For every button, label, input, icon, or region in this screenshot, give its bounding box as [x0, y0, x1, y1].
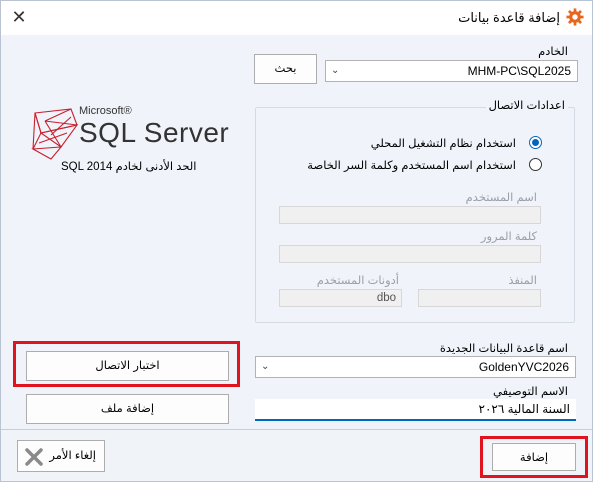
port-field[interactable]: [418, 289, 541, 307]
password-field[interactable]: [279, 245, 541, 263]
db-name-label: اسم قاعدة البيانات الجديدة: [439, 343, 568, 355]
user-tools-value: dbo: [376, 292, 396, 304]
db-name-value: GoldenYVC2026: [478, 360, 569, 374]
description-value: السنة المالية ٢٠٢٦: [478, 402, 571, 416]
radio-custom-credentials-label[interactable]: استخدام اسم المستخدم وكلمة السر الخاصة: [307, 158, 516, 172]
dialog-content: الخادم ⌄ MHM-PC\SQL2025 بحث Microsoft® S…: [1, 35, 592, 429]
window-title: إضافة قاعدة بيانات: [458, 10, 560, 25]
server-combo[interactable]: ⌄ MHM-PC\SQL2025: [325, 60, 578, 82]
sql-server-logo: Microsoft® SQL Server: [31, 105, 231, 165]
cancel-icon: [25, 448, 43, 466]
db-name-combo[interactable]: ⌄ GoldenYVC2026: [255, 356, 576, 378]
server-value: MHM-PC\SQL2025: [467, 64, 571, 78]
cancel-button-label: إلغاء الأمر: [49, 450, 96, 462]
description-input[interactable]: السنة المالية ٢٠٢٦: [255, 399, 576, 421]
close-icon[interactable]: ✕: [9, 7, 29, 27]
title-bar: ✕ إضافة قاعدة بيانات: [1, 1, 592, 35]
min-version-note: الحد الأدنى لخادم SQL 2014: [61, 161, 197, 173]
add-database-dialog: ✕ إضافة قاعدة بيانات الخادم ⌄ MHM-PC\SQL…: [0, 0, 593, 482]
add-button[interactable]: إضافة: [492, 443, 576, 471]
connection-settings-title: اعدادات الاتصال: [485, 98, 568, 112]
user-tools-field[interactable]: dbo: [279, 289, 402, 307]
gear-icon: [566, 8, 584, 26]
test-connection-button[interactable]: اختبار الاتصال: [26, 351, 229, 381]
chevron-down-icon: ⌄: [331, 65, 340, 76]
password-label: كلمة المرور: [480, 231, 537, 243]
browse-button[interactable]: بحث: [254, 54, 317, 84]
server-label: الخادم: [538, 46, 568, 58]
logo-product: SQL Server: [79, 117, 230, 148]
logo-brand: Microsoft®: [79, 105, 132, 117]
dialog-footer: إلغاء الأمر إضافة: [1, 429, 592, 481]
radio-local-os-label[interactable]: استخدام نظام التشغيل المحلي: [371, 136, 516, 150]
chevron-down-icon: ⌄: [261, 361, 270, 372]
username-field[interactable]: [279, 206, 541, 224]
cancel-button[interactable]: إلغاء الأمر: [17, 440, 105, 472]
sql-server-logo-icon: [31, 108, 79, 160]
add-file-button[interactable]: إضافة ملف: [26, 394, 229, 424]
user-tools-label: أدونات المستخدم: [316, 275, 399, 287]
radio-local-os[interactable]: [529, 136, 542, 149]
radio-custom-credentials[interactable]: [529, 158, 542, 171]
username-label: اسم المستخدم: [465, 192, 537, 204]
description-label: الاسم التوصيفي: [493, 386, 568, 398]
port-label: المنفذ: [508, 275, 537, 287]
